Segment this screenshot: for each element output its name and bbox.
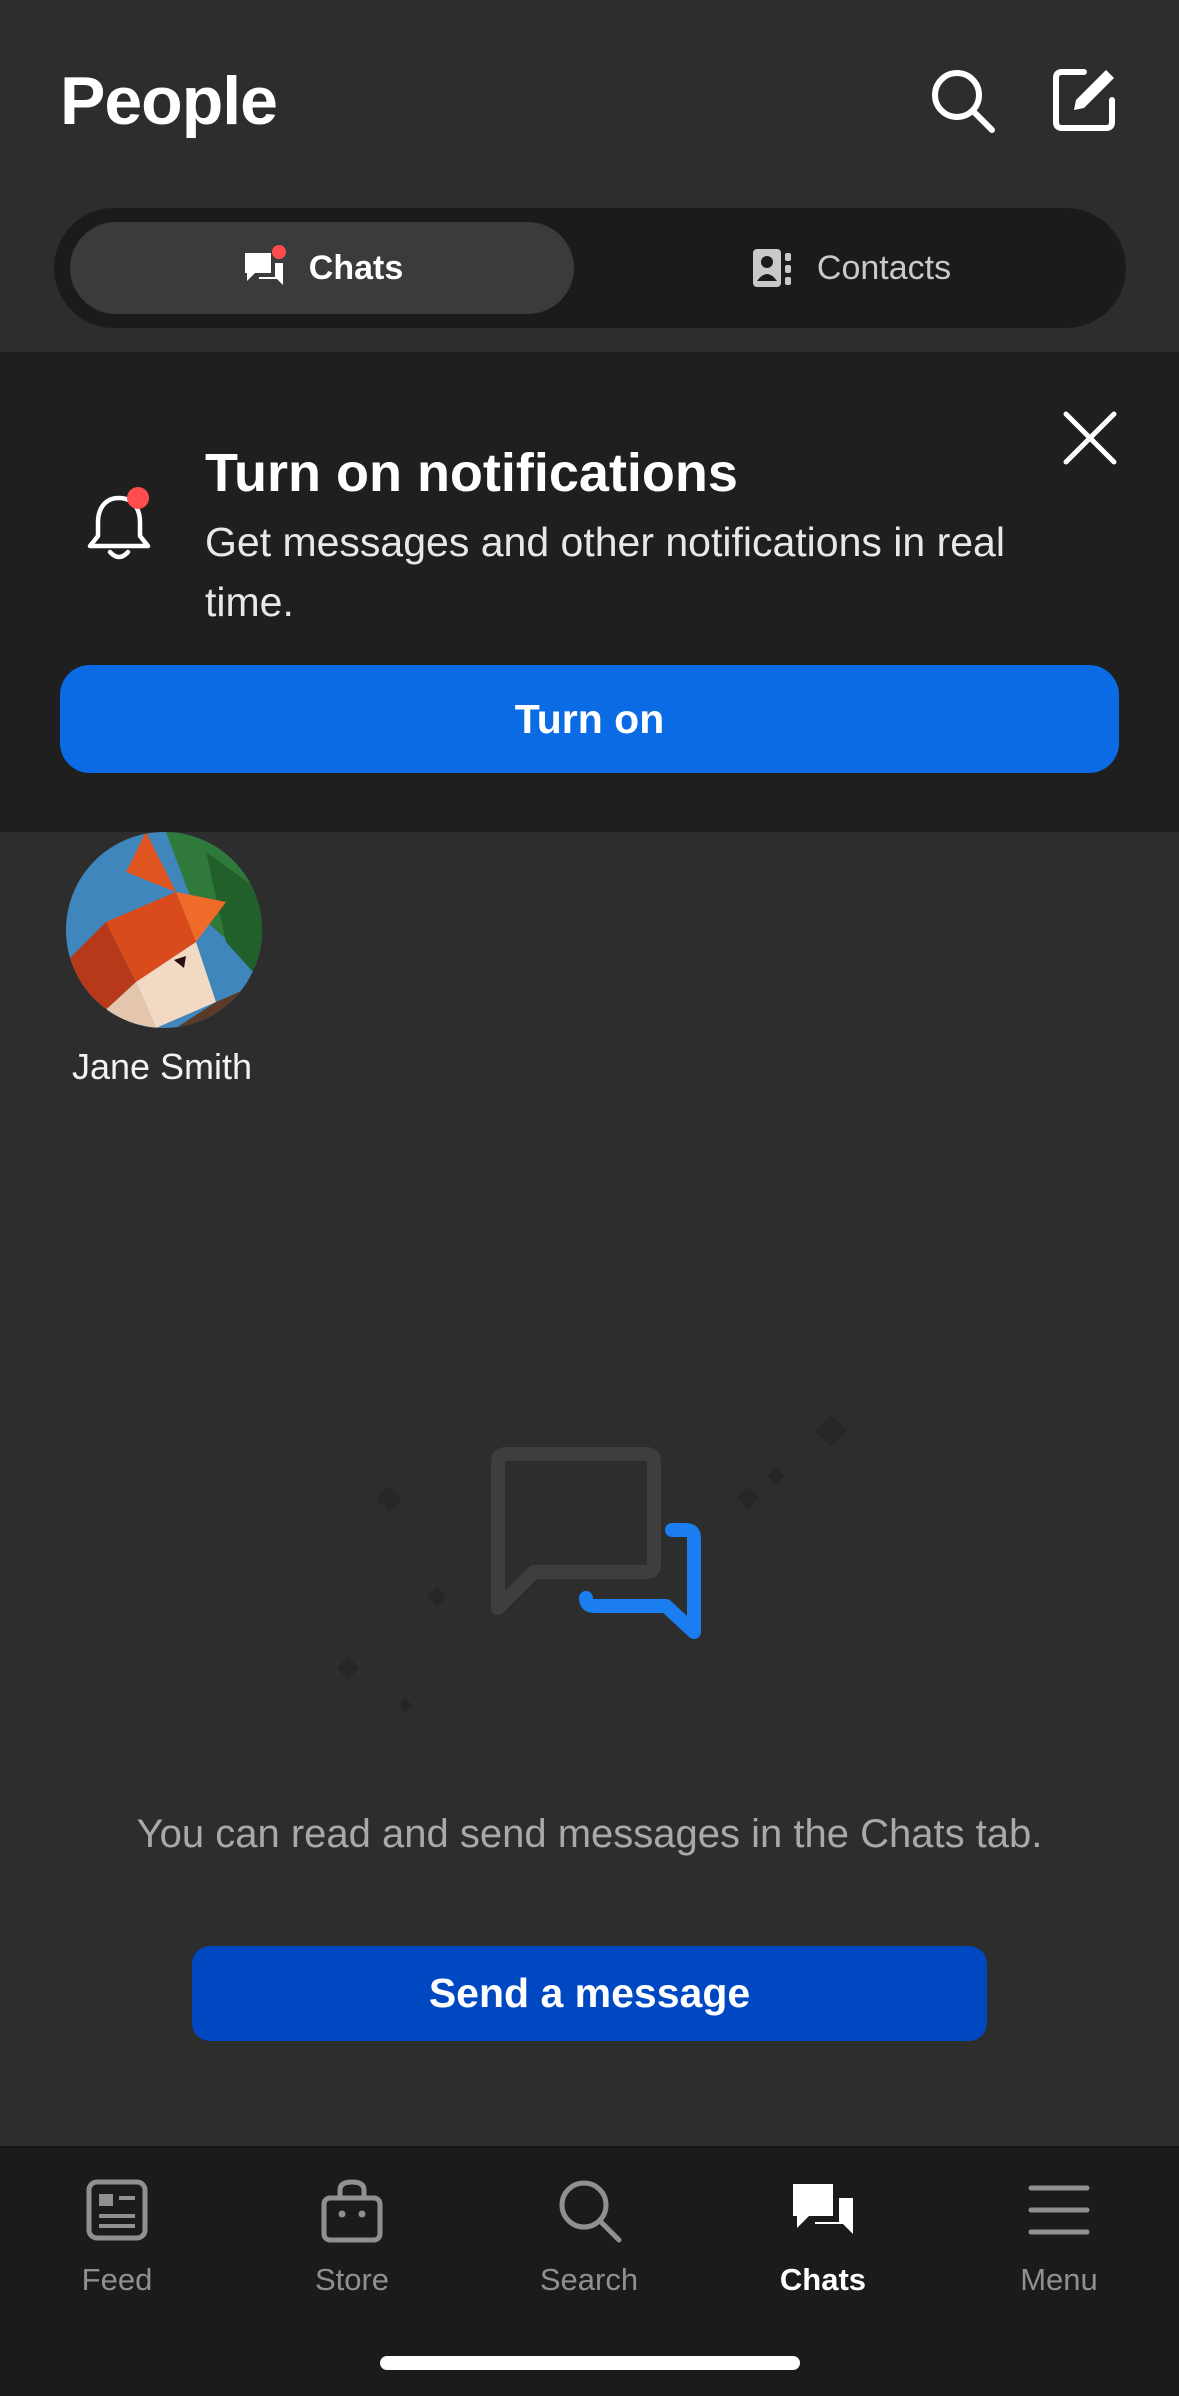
bell-icon — [87, 487, 151, 560]
chats-badge-icon — [244, 245, 286, 285]
compose-icon — [1053, 69, 1115, 131]
close-icon — [1063, 411, 1117, 465]
search-icon — [559, 2180, 622, 2243]
feed-icon — [86, 2179, 148, 2241]
nav-store-label: Store — [314, 2262, 390, 2297]
avatar — [66, 832, 262, 1028]
turn-on-button[interactable]: Turn on — [60, 665, 1119, 773]
notification-title: Turn on notifications — [205, 443, 738, 503]
empty-state-message: You can read and send messages in the Ch… — [136, 1812, 1043, 1856]
home-indicator[interactable] — [380, 2356, 800, 2370]
send-message-button[interactable]: Send a message — [192, 1946, 987, 2041]
notification-body: Get messages and other notifications in … — [205, 519, 1005, 625]
close-banner-button[interactable] — [1060, 408, 1120, 468]
nav-menu[interactable]: Menu — [959, 2174, 1159, 2298]
nav-menu-label: Menu — [1020, 2262, 1098, 2297]
tab-contacts-label: Contacts — [816, 248, 952, 287]
contact-item[interactable]: Jane Smith — [60, 832, 264, 1088]
notification-banner: Turn on notifications Get messages and o… — [0, 352, 1179, 832]
app-header: People Chats Contacts — [0, 0, 1179, 352]
search-icon — [932, 70, 995, 133]
page-title: People — [60, 63, 278, 139]
contacts-icon — [752, 249, 791, 287]
tab-chats-label: Chats — [308, 248, 404, 287]
nav-chats[interactable]: Chats — [723, 2174, 923, 2298]
store-icon — [321, 2179, 383, 2243]
tab-contacts[interactable]: Contacts — [590, 222, 1110, 314]
nav-feed[interactable]: Feed — [17, 2174, 217, 2298]
menu-icon — [1028, 2185, 1090, 2235]
fox-avatar — [66, 832, 262, 1028]
chats-icon — [793, 2184, 853, 2234]
nav-store[interactable]: Store — [252, 2174, 452, 2298]
nav-chats-label: Chats — [779, 2262, 867, 2297]
tab-chats[interactable]: Chats — [70, 222, 574, 314]
contact-name: Jane Smith — [71, 1046, 253, 1087]
segmented-control: Chats Contacts — [54, 208, 1126, 328]
nav-search-label: Search — [539, 2262, 639, 2297]
nav-feed-label: Feed — [81, 2262, 153, 2297]
compose-button[interactable] — [1048, 64, 1120, 136]
nav-search[interactable]: Search — [489, 2174, 689, 2298]
search-button[interactable] — [926, 64, 998, 136]
empty-chats-illustration — [336, 1415, 847, 1713]
